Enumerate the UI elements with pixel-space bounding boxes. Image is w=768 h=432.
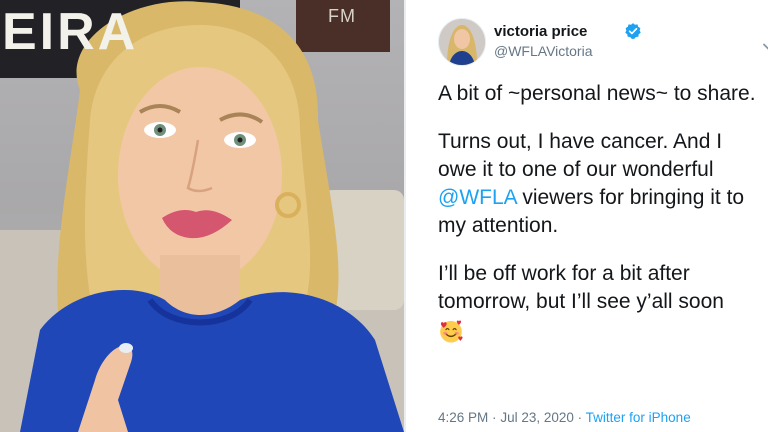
tweet-paragraph-3: I’ll be off work for a bit after tomorro… <box>438 260 758 344</box>
screenshot-stage: EIRA FM victoria price @WFLAVictoria A b… <box>0 0 768 432</box>
selfie-photo: EIRA FM <box>0 0 404 432</box>
face <box>118 67 282 283</box>
tweet-header: victoria price @WFLAVictoria <box>438 18 768 66</box>
chevron-down-icon[interactable] <box>762 40 768 54</box>
user-name[interactable]: victoria price <box>494 23 587 40</box>
smiling-face-with-hearts-icon <box>440 320 463 344</box>
tweet-text-segment: I’ll be off work for a bit after tomorro… <box>438 262 724 313</box>
verified-badge-icon <box>625 23 641 39</box>
meta-separator: · <box>577 410 583 425</box>
wall-sign-text: EIRA <box>2 3 139 61</box>
tweet-text: A bit of ~personal news~ to share. Turns… <box>438 80 758 364</box>
tweet-date[interactable]: Jul 23, 2020 <box>500 410 574 425</box>
tweet-text-segment: Turns out, I have cancer. And I owe it t… <box>438 130 723 181</box>
tweet-card: victoria price @WFLAVictoria A bit of ~p… <box>406 0 768 432</box>
user-handle[interactable]: @WFLAVictoria <box>494 43 593 59</box>
avatar[interactable] <box>438 18 486 66</box>
meta-separator: · <box>492 410 497 425</box>
wall-sign-text-small: FM <box>328 6 356 26</box>
tweet-paragraph-2: Turns out, I have cancer. And I owe it t… <box>438 128 758 240</box>
tweet-meta: 4:26 PM · Jul 23, 2020 · Twitter for iPh… <box>438 410 691 425</box>
tweet-source-link[interactable]: Twitter for iPhone <box>586 410 691 425</box>
selfie-illustration <box>0 0 404 432</box>
mention-link-wfla[interactable]: @WFLA <box>438 186 517 209</box>
fingernail <box>119 343 133 353</box>
tweet-time[interactable]: 4:26 PM <box>438 410 488 425</box>
avatar-image <box>439 19 485 65</box>
tweet-paragraph-1: A bit of ~personal news~ to share. <box>438 82 756 105</box>
